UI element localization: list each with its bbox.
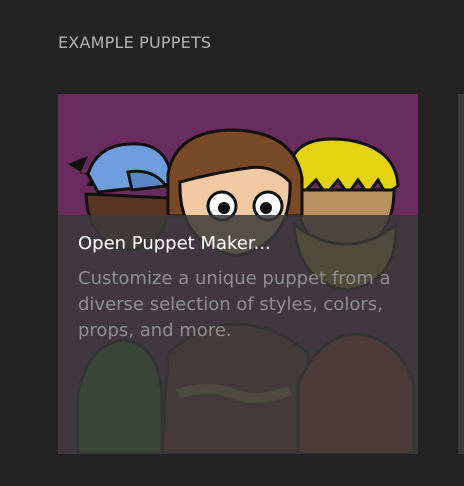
card-description: Customize a unique puppet from a diverse… (78, 268, 391, 341)
section-title: EXAMPLE PUPPETS (58, 33, 212, 52)
card-title[interactable]: Open Puppet Maker... (78, 233, 271, 254)
next-card-edge[interactable] (458, 94, 464, 454)
open-puppet-maker-card[interactable]: Open Puppet Maker... Customize a unique … (58, 94, 418, 454)
